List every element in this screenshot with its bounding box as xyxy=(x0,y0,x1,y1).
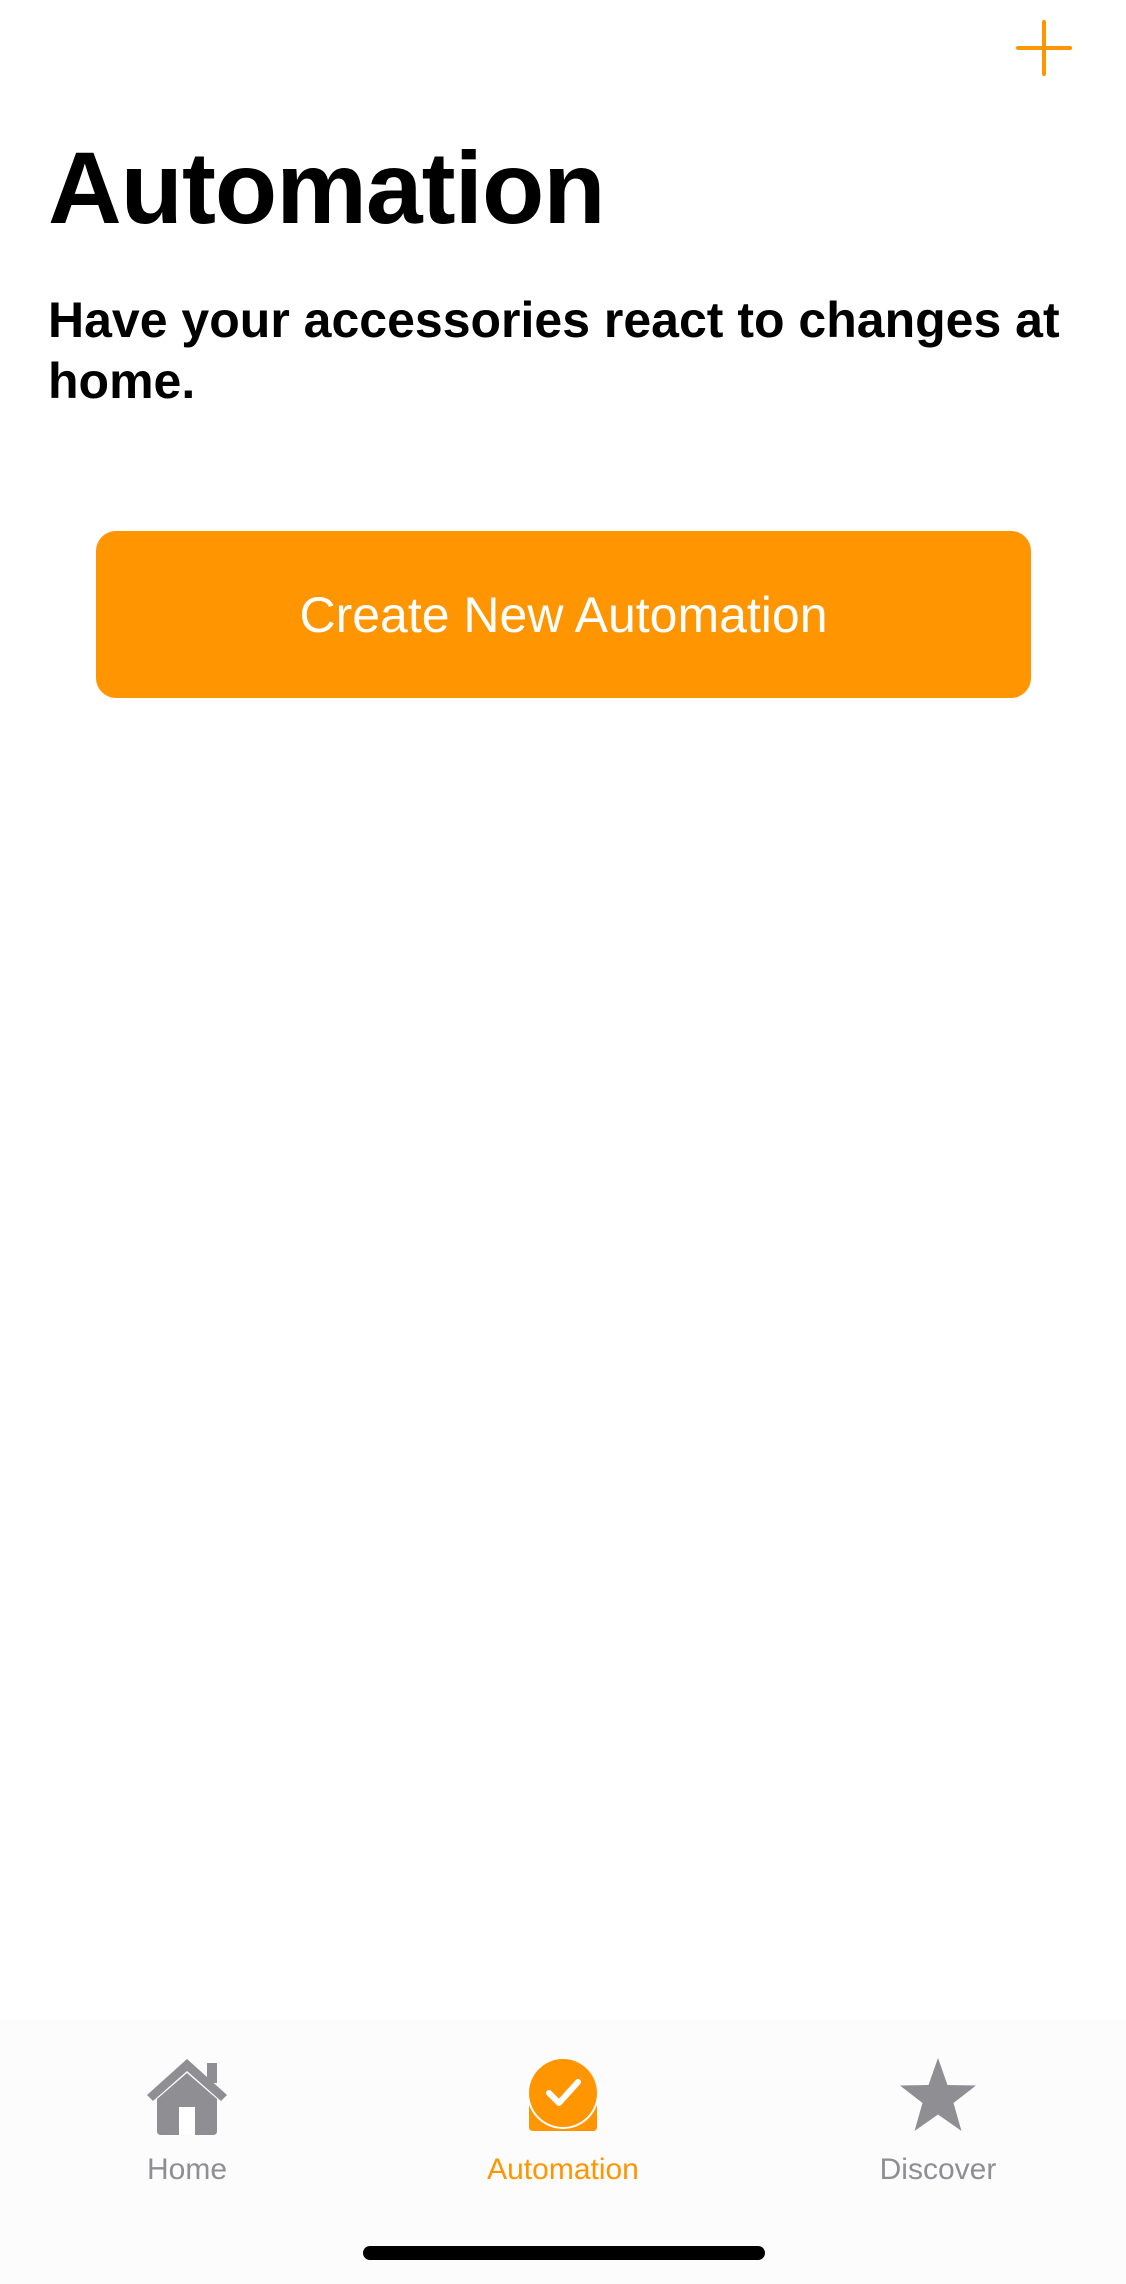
automation-check-icon xyxy=(518,2050,608,2140)
tab-bar: Home Automation Discover xyxy=(0,2020,1126,2284)
add-automation-button[interactable] xyxy=(1008,12,1080,84)
tab-discover-label: Discover xyxy=(879,2153,997,2186)
create-new-automation-label: Create New Automation xyxy=(299,586,828,643)
tab-home[interactable]: Home xyxy=(77,2050,297,2200)
plus-icon xyxy=(1016,20,1072,76)
page-subtitle: Have your accessories react to changes a… xyxy=(48,292,1060,409)
house-icon xyxy=(142,2050,232,2140)
automation-screen: Automation Have your accessories react t… xyxy=(0,0,1126,2284)
tab-automation[interactable]: Automation xyxy=(453,2050,673,2200)
page-title: Automation xyxy=(48,131,606,245)
home-indicator[interactable] xyxy=(363,2246,765,2260)
tab-discover[interactable]: Discover xyxy=(828,2050,1048,2200)
create-new-automation-button[interactable]: Create New Automation xyxy=(96,531,1031,698)
star-icon xyxy=(893,2050,983,2140)
tab-automation-label: Automation xyxy=(487,2153,639,2186)
tab-home-label: Home xyxy=(146,2153,228,2186)
